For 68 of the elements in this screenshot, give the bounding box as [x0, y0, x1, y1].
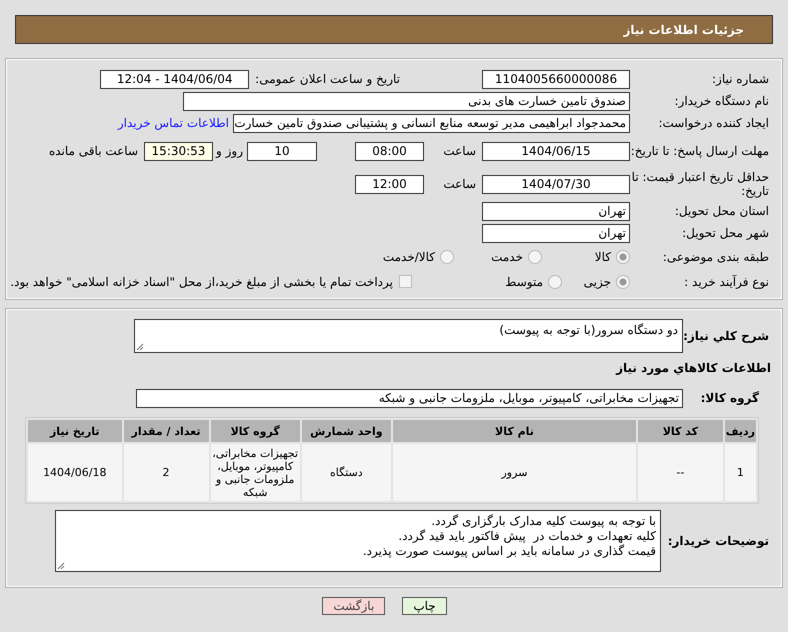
field-label: ایجاد کننده درخواست: — [657, 116, 770, 130]
table-cell: 1404/06/18 — [28, 444, 122, 501]
radio-label: کالا/خدمت — [382, 250, 435, 264]
date-field: 1404/06/15 — [482, 142, 630, 160]
time-label: ساعت — [442, 144, 477, 158]
table-cell: 1 — [724, 444, 756, 501]
column-header: ردیف — [724, 420, 756, 442]
field-label: طبقه بندی موضوعی: — [662, 250, 770, 264]
time-field: 12:00 — [355, 174, 424, 194]
table-cell: 2 — [124, 444, 209, 501]
resize-grip-icon[interactable] — [136, 343, 144, 351]
field-label: نوع فرآیند خرید : — [683, 274, 770, 288]
field-label: گروه کالا: — [700, 391, 760, 405]
field-label: شرح کلي نياز: — [683, 329, 770, 343]
field-label: توضیحات خریدار: — [666, 534, 770, 548]
field-label: نام دستگاه خریدار: — [674, 94, 770, 108]
notes-line: قیمت گذاری در سامانه باید بر اساس پیوست صورت پذیرد. — [362, 544, 656, 559]
radio-button[interactable] — [548, 274, 562, 288]
print-button[interactable]: چاپ — [402, 597, 447, 615]
notes-line: با توجه به پیوست کلیه مدارک بارگزاری گردد. — [430, 514, 656, 529]
field-label: تاریخ و ساعت اعلان عمومی: — [255, 72, 400, 86]
requester-field: محمدجواد ابراهیمی مدیر توسعه منابع انسانی و پشتیبانی صندوق تامین خسارت — [233, 114, 630, 132]
radio-button[interactable] — [616, 274, 630, 288]
radio-label: متوسط — [505, 274, 543, 288]
field-label: استان محل تحویل: — [674, 204, 770, 218]
page-title: جزئیات اطلاعات نیاز — [623, 22, 744, 36]
field-label: شهر محل تحویل: — [681, 226, 770, 240]
table-cell: سرور — [392, 444, 636, 501]
remaining-time-field: 15:30:53 — [144, 142, 213, 160]
section-heading: اطلاعات کالاهاي مورد نياز — [616, 361, 772, 375]
province-field: تهران — [482, 202, 630, 220]
column-header: گروه کالا — [210, 420, 300, 442]
checkbox[interactable] — [399, 275, 412, 288]
column-header: کد کالا — [638, 420, 723, 442]
radio-label: خدمت — [491, 250, 523, 264]
description-field[interactable]: دو دستگاه سرور(با توجه به پیوست) — [134, 319, 683, 353]
contact-link[interactable]: اطلاعات تماس خریدار — [118, 116, 233, 130]
table-cell: دستگاه — [302, 444, 391, 501]
column-header: تعداد / مقدار — [124, 420, 209, 442]
column-header: واحد شمارش — [302, 420, 391, 442]
time-field: 08:00 — [355, 142, 424, 160]
back-button[interactable]: بازگشت — [322, 597, 386, 615]
need-number-field: 1104005660000086 — [482, 70, 630, 88]
radio-button[interactable] — [616, 250, 630, 264]
table-cell: تجهیزات مخابراتی، کامپیوتر، موبایل، ملزومات جانبی و شبکه — [210, 444, 300, 501]
field-label: مهلت ارسال پاسخ: تا تاریخ: — [630, 144, 770, 158]
radio-label: کالا — [594, 250, 611, 264]
days-field: 10 — [247, 142, 317, 160]
buyer-notes-field[interactable]: با توجه به پیوست کلیه مدارک بارگزاری گردد. کلیه تعهدات و خدمات در پیش فاکتور باید قید گردد. قیمت گذاری در سامانه باید بر اساس پیوست صورت پذیرد. — [55, 510, 661, 572]
resize-grip-icon[interactable] — [57, 562, 65, 570]
announce-date-field: 1404/06/04 - 12:04 — [100, 70, 250, 88]
radio-button[interactable] — [440, 250, 454, 264]
radio-label: جزیی — [584, 274, 611, 288]
notes-line: کلیه تعهدات و خدمات در پیش فاکتور باید قید گردد. — [397, 529, 656, 544]
table-cell: -- — [638, 444, 723, 501]
checkbox-label: پرداخت تمام یا بخشی از مبلغ خرید،از محل "اسناد خزانه اسلامی" خواهد بود. — [10, 274, 393, 288]
date-field: 1404/07/30 — [482, 174, 630, 194]
goods-group-field: تجهیزات مخابراتی، کامپیوتر، موبایل، ملزومات جانبی و شبکه — [136, 388, 683, 408]
days-label: روز و — [214, 144, 244, 158]
column-header: نام کالا — [392, 420, 636, 442]
field-label: شماره نیاز: — [711, 72, 770, 86]
buyer-org-field: صندوق تامین خسارت های بدنی — [183, 92, 630, 110]
time-label: ساعت — [442, 177, 477, 191]
field-label: حداقل تاریخ اعتبار قیمت: تا تاریخ: — [630, 170, 770, 198]
radio-button[interactable] — [528, 250, 542, 264]
column-header: تاریخ نیاز — [28, 420, 122, 442]
city-field: تهران — [482, 224, 630, 242]
remaining-label: ساعت باقی مانده — [48, 144, 139, 158]
